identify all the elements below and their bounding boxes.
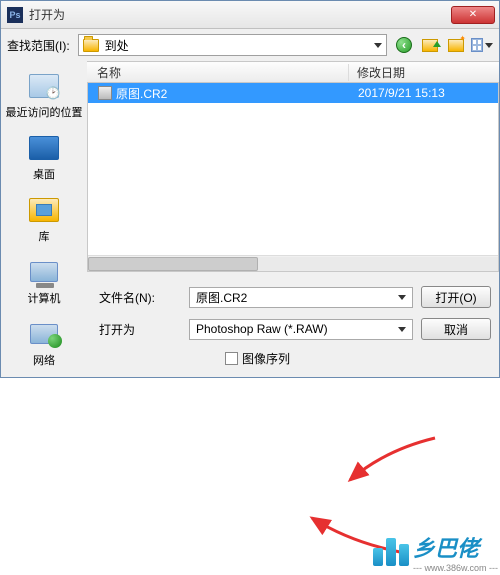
sidebar-item-label: 最近访问的位置: [6, 104, 83, 120]
lookin-label: 查找范围(I):: [7, 37, 72, 54]
format-label: 打开为: [95, 321, 181, 338]
back-button[interactable]: [393, 35, 415, 55]
open-as-dialog: Ps 打开为 ✕ 查找范围(I): 到处 最近访问的位置: [0, 0, 500, 378]
filename-label: 文件名(N):: [95, 289, 181, 306]
lookin-path: 到处: [105, 37, 368, 54]
sidebar-item-computer[interactable]: 计算机: [1, 253, 87, 309]
image-sequence-checkbox[interactable]: [225, 352, 238, 365]
window-close-button[interactable]: ✕: [451, 6, 495, 24]
sidebar-item-label: 计算机: [28, 290, 61, 306]
up-one-level-button[interactable]: [419, 35, 441, 55]
titlebar: Ps 打开为 ✕: [1, 1, 499, 29]
sidebar-item-desktop[interactable]: 桌面: [1, 129, 87, 185]
new-folder-button[interactable]: [445, 35, 467, 55]
column-headers[interactable]: 名称 修改日期: [87, 61, 499, 83]
new-folder-icon: [448, 39, 464, 52]
cancel-button[interactable]: 取消: [421, 318, 491, 340]
chevron-down-icon: [485, 43, 493, 48]
sidebar-item-libraries[interactable]: 库: [1, 191, 87, 247]
file-list[interactable]: 原图.CR2 2017/9/21 15:13: [87, 83, 499, 272]
view-menu-button[interactable]: [471, 35, 493, 55]
sidebar-item-label: 网络: [33, 352, 55, 368]
sidebar-item-label: 桌面: [33, 166, 55, 182]
bottom-panel: 文件名(N): 原图.CR2 打开(O) 打开为 Photoshop Raw (…: [87, 272, 499, 377]
computer-icon: [30, 262, 58, 282]
file-name: 原图.CR2: [116, 85, 167, 102]
sidebar-item-network[interactable]: 网络: [1, 315, 87, 371]
watermark-text: 乡巴佬: [413, 531, 498, 563]
libraries-icon: [29, 198, 59, 222]
network-icon: [30, 324, 58, 344]
view-icon: [471, 38, 483, 52]
places-sidebar: 最近访问的位置 桌面 库 计算机 网络: [1, 61, 87, 377]
filename-value: 原图.CR2: [196, 289, 247, 306]
image-sequence-label: 图像序列: [242, 350, 290, 367]
recent-places-icon: [28, 70, 60, 102]
open-button[interactable]: 打开(O): [421, 286, 491, 308]
lookin-bar: 查找范围(I): 到处: [1, 29, 499, 61]
folder-icon: [83, 39, 99, 52]
watermark: 乡巴佬 --- www.386w.com ---: [373, 531, 498, 573]
chevron-down-icon: [398, 327, 406, 332]
scrollbar-thumb[interactable]: [88, 257, 258, 271]
app-icon: Ps: [7, 7, 23, 23]
up-folder-icon: [422, 39, 438, 52]
column-header-name[interactable]: 名称: [87, 64, 349, 81]
window-title: 打开为: [29, 6, 65, 23]
filename-combo[interactable]: 原图.CR2: [189, 287, 413, 308]
sidebar-item-recent[interactable]: 最近访问的位置: [1, 67, 87, 123]
chevron-down-icon: [398, 295, 406, 300]
column-header-date[interactable]: 修改日期: [349, 64, 499, 81]
annotation-arrow: [305, 430, 445, 490]
sidebar-item-label: 库: [39, 228, 50, 244]
format-combo[interactable]: Photoshop Raw (*.RAW): [189, 319, 413, 340]
watermark-url: --- www.386w.com ---: [413, 563, 498, 573]
file-date: 2017/9/21 15:13: [350, 86, 498, 100]
desktop-icon: [29, 136, 59, 160]
back-icon: [396, 37, 412, 53]
format-value: Photoshop Raw (*.RAW): [196, 322, 328, 336]
horizontal-scrollbar[interactable]: [88, 255, 498, 271]
file-type-icon: [98, 86, 112, 100]
chevron-down-icon: [374, 43, 382, 48]
lookin-combo[interactable]: 到处: [78, 34, 387, 56]
file-row[interactable]: 原图.CR2 2017/9/21 15:13: [88, 83, 498, 103]
